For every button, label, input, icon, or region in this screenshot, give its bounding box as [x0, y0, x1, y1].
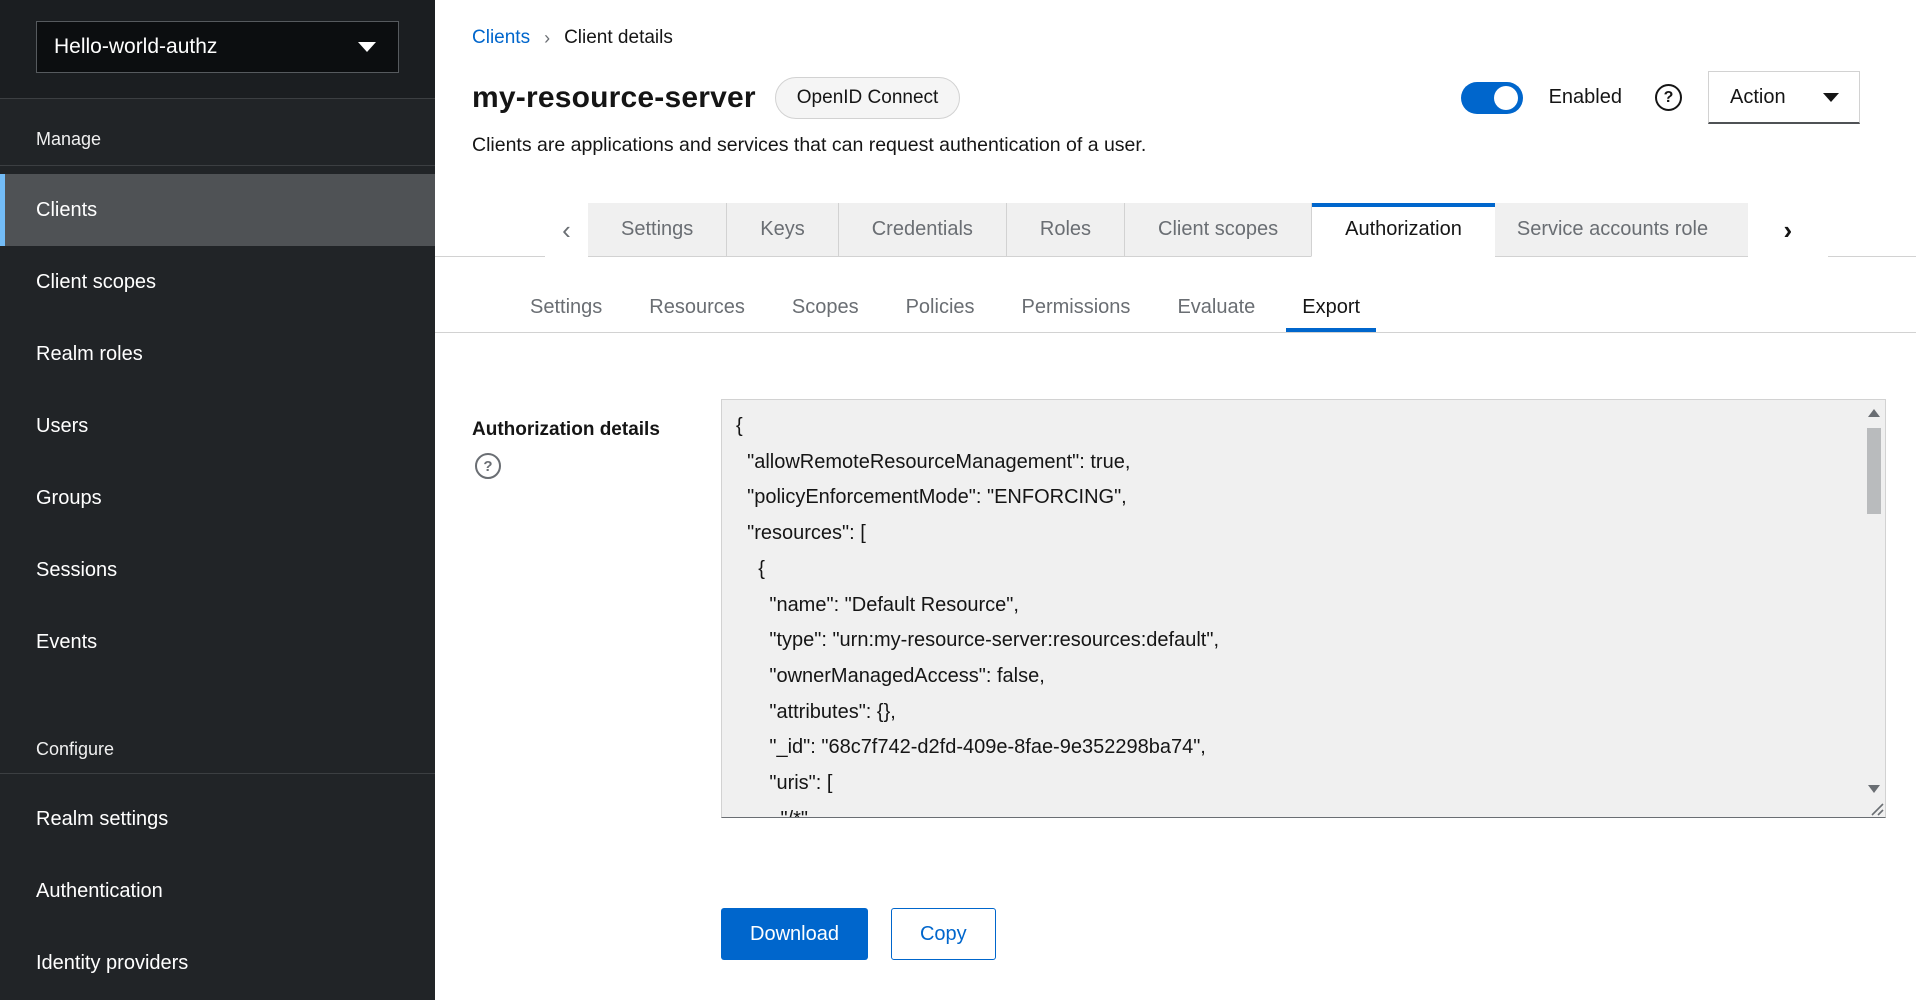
tab-settings[interactable]: Settings — [588, 203, 726, 257]
tab-keys[interactable]: Keys — [726, 203, 837, 257]
nav-list-configure: Realm settings Authentication Identity p… — [0, 774, 435, 999]
sidebar-item-label: Realm roles — [36, 343, 143, 366]
action-dropdown[interactable]: Action — [1708, 71, 1860, 124]
enabled-label: Enabled — [1549, 86, 1622, 109]
sidebar-item-client-scopes[interactable]: Client scopes — [0, 246, 435, 318]
breadcrumb-current: Client details — [564, 27, 673, 49]
sidebar-item-groups[interactable]: Groups — [0, 462, 435, 534]
header-controls: Enabled ? Action — [1461, 71, 1860, 124]
toggle-knob — [1494, 86, 1518, 110]
subtab-settings[interactable]: Settings — [514, 283, 618, 332]
tabs-scroll-left-button[interactable]: ‹ — [545, 203, 588, 257]
sidebar-item-realm-roles[interactable]: Realm roles — [0, 318, 435, 390]
scrollbar-down-icon[interactable] — [1868, 785, 1880, 793]
export-actions: Download Copy — [435, 908, 1916, 960]
sidebar-item-users[interactable]: Users — [0, 390, 435, 462]
action-dropdown-label: Action — [1730, 86, 1786, 109]
textarea-resize-grip-icon[interactable] — [1865, 801, 1884, 816]
sidebar-item-label: Sessions — [36, 559, 117, 582]
download-button[interactable]: Download — [721, 908, 868, 960]
subtab-permissions[interactable]: Permissions — [1006, 283, 1147, 332]
subtab-export[interactable]: Export — [1286, 283, 1376, 332]
realm-selector-value: Hello-world-authz — [54, 35, 217, 59]
breadcrumb: Clients › Client details — [435, 0, 1916, 49]
sidebar-item-events[interactable]: Events — [0, 606, 435, 678]
help-icon[interactable]: ? — [475, 453, 501, 479]
sidebar-item-label: Clients — [36, 199, 97, 222]
sidebar-item-label: Realm settings — [36, 808, 168, 831]
subtab-resources[interactable]: Resources — [633, 283, 761, 332]
sidebar-item-label: Client scopes — [36, 271, 156, 294]
tab-credentials[interactable]: Credentials — [838, 203, 1006, 257]
authorization-details-label: Authorization details — [472, 419, 721, 441]
help-icon[interactable]: ? — [1655, 84, 1682, 111]
form-label-column: Authorization details ? — [472, 399, 721, 818]
chevron-down-icon — [1823, 93, 1839, 102]
sidebar: Hello-world-authz Manage Clients Client … — [0, 0, 435, 1000]
page-title: my-resource-server — [472, 81, 756, 115]
textarea-scrollbar[interactable] — [1864, 401, 1884, 801]
sidebar-item-label: Users — [36, 415, 88, 438]
subtab-scopes[interactable]: Scopes — [776, 283, 875, 332]
tabs-scroll-right-button[interactable]: › — [1748, 203, 1828, 257]
subtab-policies[interactable]: Policies — [890, 283, 991, 332]
scrollbar-up-icon[interactable] — [1868, 409, 1880, 417]
nav-group-configure: Configure Realm settings Authentication … — [0, 678, 435, 999]
authorization-json-content: { "allowRemoteResourceManagement": true,… — [722, 400, 1885, 817]
nav-group-manage: Manage Clients Client scopes Realm roles… — [0, 99, 435, 678]
authorization-subtabs: Settings Resources Scopes Policies Permi… — [435, 283, 1916, 333]
sidebar-item-authentication[interactable]: Authentication — [0, 855, 435, 927]
client-description: Clients are applications and services th… — [435, 124, 1916, 157]
nav-group-label-manage: Manage — [0, 99, 435, 165]
main-content: Clients › Client details my-resource-ser… — [435, 0, 1916, 1000]
tab-roles[interactable]: Roles — [1006, 203, 1124, 257]
sidebar-item-label: Groups — [36, 487, 102, 510]
sidebar-item-clients[interactable]: Clients — [0, 174, 435, 246]
sidebar-item-label: Identity providers — [36, 952, 188, 975]
enabled-toggle[interactable] — [1461, 82, 1523, 114]
sidebar-item-realm-settings[interactable]: Realm settings — [0, 783, 435, 855]
copy-button[interactable]: Copy — [891, 908, 996, 960]
protocol-badge: OpenID Connect — [775, 77, 961, 119]
chevron-down-icon — [358, 42, 376, 52]
keycloak-admin-console: Hello-world-authz Manage Clients Client … — [0, 0, 1916, 1000]
breadcrumb-clients-link[interactable]: Clients — [472, 27, 530, 49]
client-header: my-resource-server OpenID Connect Enable… — [435, 49, 1916, 124]
tab-authorization[interactable]: Authorization — [1311, 203, 1495, 257]
export-form: Authorization details ? { "allowRemoteRe… — [435, 399, 1916, 818]
client-tabs: ‹ Settings Keys Credentials Roles Client… — [435, 203, 1916, 257]
tab-service-accounts-roles[interactable]: Service accounts role — [1495, 203, 1748, 257]
sidebar-item-label: Authentication — [36, 880, 163, 903]
sidebar-header: Hello-world-authz — [0, 0, 435, 99]
sidebar-item-sessions[interactable]: Sessions — [0, 534, 435, 606]
sidebar-item-label: Events — [36, 631, 97, 654]
realm-selector[interactable]: Hello-world-authz — [36, 21, 399, 73]
sidebar-item-identity-providers[interactable]: Identity providers — [0, 927, 435, 999]
nav-group-label-configure: Configure — [0, 738, 435, 773]
nav-list-manage: Clients Client scopes Realm roles Users … — [0, 166, 435, 678]
subtab-evaluate[interactable]: Evaluate — [1161, 283, 1271, 332]
scrollbar-thumb[interactable] — [1867, 428, 1881, 514]
authorization-details-textarea[interactable]: { "allowRemoteResourceManagement": true,… — [721, 399, 1886, 818]
breadcrumb-separator-icon: › — [544, 28, 550, 49]
tab-client-scopes[interactable]: Client scopes — [1124, 203, 1311, 257]
